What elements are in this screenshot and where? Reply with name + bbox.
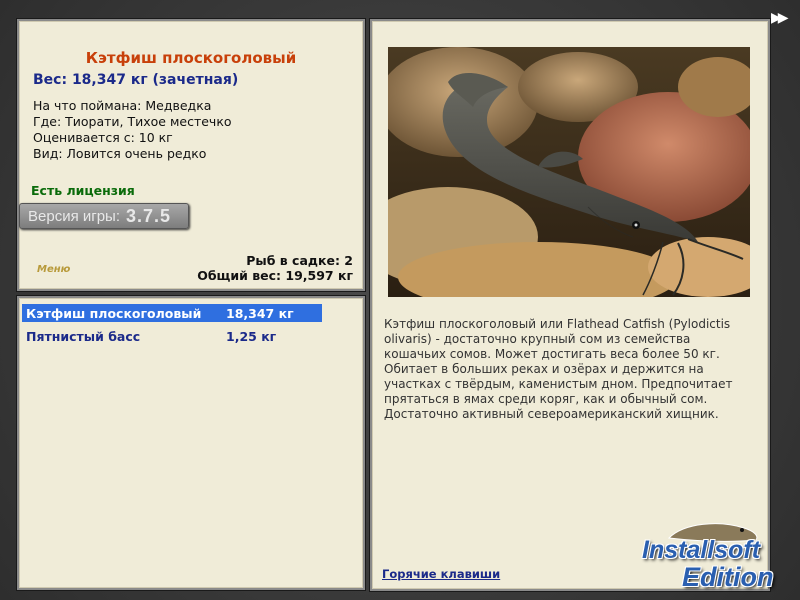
- location: Где: Тиорати, Тихое местечко: [33, 114, 232, 129]
- fish-photo: [388, 47, 750, 297]
- fish-detail-panel: Кэтфиш плоскоголовый или Flathead Catfis…: [370, 19, 770, 591]
- game-version-badge: Версия игры: 3.7.5: [19, 203, 189, 229]
- version-number: 3.7.5: [126, 205, 172, 226]
- list-item-name: Пятнистый басс: [26, 328, 141, 344]
- fish-description: Кэтфиш плоскоголовый или Flathead Catfis…: [384, 317, 733, 421]
- logo-line1: Installsoft: [642, 536, 761, 564]
- total-weight: Общий вес: 19,597 кг: [197, 268, 353, 283]
- fish-weight: Вес: 18,347 кг (зачетная): [33, 72, 239, 88]
- menu-button[interactable]: Меню: [37, 264, 70, 275]
- fish-title: Кэтфиш плоскоголовый: [85, 49, 297, 67]
- rated-from: Оценивается с: 10 кг: [33, 130, 173, 145]
- catch-list-panel: Кэтфиш плоскоголовый 18,347 кг Пятнистый…: [17, 296, 365, 590]
- list-item[interactable]: Кэтфиш плоскоголовый 18,347 кг: [22, 304, 322, 322]
- hotkeys-link[interactable]: Горячие клавиши: [382, 567, 500, 581]
- logo-line2: Edition: [682, 562, 774, 592]
- caught-with: На что поймана: Медведка: [33, 98, 212, 113]
- fish-info-panel: Кэтфиш плоскоголовый Вес: 18,347 кг (зач…: [17, 19, 365, 291]
- list-item-name: Кэтфиш плоскоголовый: [26, 305, 202, 321]
- list-item[interactable]: Пятнистый басс 1,25 кг: [22, 327, 322, 345]
- rarity: Вид: Ловится очень редко: [33, 146, 207, 161]
- version-label: Версия игры:: [28, 207, 120, 225]
- fish-in-keepnet: Рыб в садке: 2: [246, 253, 353, 268]
- installsoft-logo: Installsoft Edition: [636, 518, 796, 594]
- license-status: Есть лицензия: [31, 183, 135, 198]
- fast-forward-icon[interactable]: ▶▶: [771, 10, 788, 26]
- list-item-weight: 18,347 кг: [226, 305, 294, 321]
- list-item-weight: 1,25 кг: [226, 328, 277, 344]
